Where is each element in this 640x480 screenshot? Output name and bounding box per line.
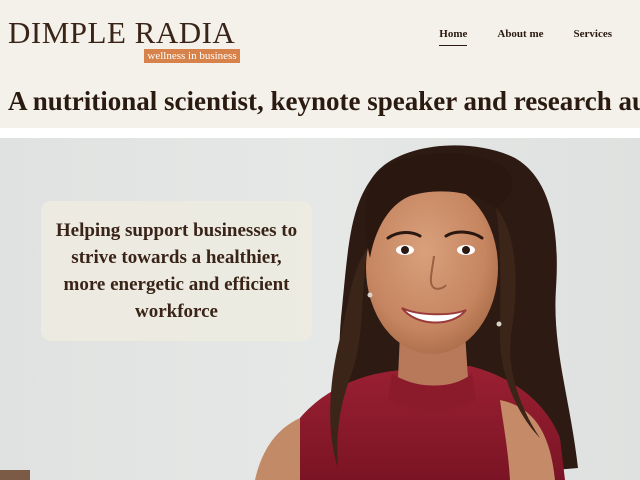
nav-about-link[interactable]: About me	[497, 26, 543, 46]
hero-section: Helping support businesses to strive tow…	[0, 138, 640, 480]
brand-logo[interactable]: DIMPLE RADIA wellness in business	[8, 16, 248, 66]
hero-callout-text: Helping support businesses to strive tow…	[55, 220, 298, 322]
main-nav: Home About me Services	[439, 26, 612, 46]
page-headline: A nutritional scientist, keynote speaker…	[8, 86, 640, 116]
brand-tagline: wellness in business	[144, 49, 240, 63]
nav-services-link[interactable]: Services	[574, 26, 612, 46]
brand-name: DIMPLE RADIA	[8, 15, 236, 50]
hero-callout: Helping support businesses to strive tow…	[41, 201, 312, 341]
site-header: DIMPLE RADIA wellness in business Home A…	[0, 0, 640, 128]
nav-home-link[interactable]: Home	[439, 26, 468, 46]
